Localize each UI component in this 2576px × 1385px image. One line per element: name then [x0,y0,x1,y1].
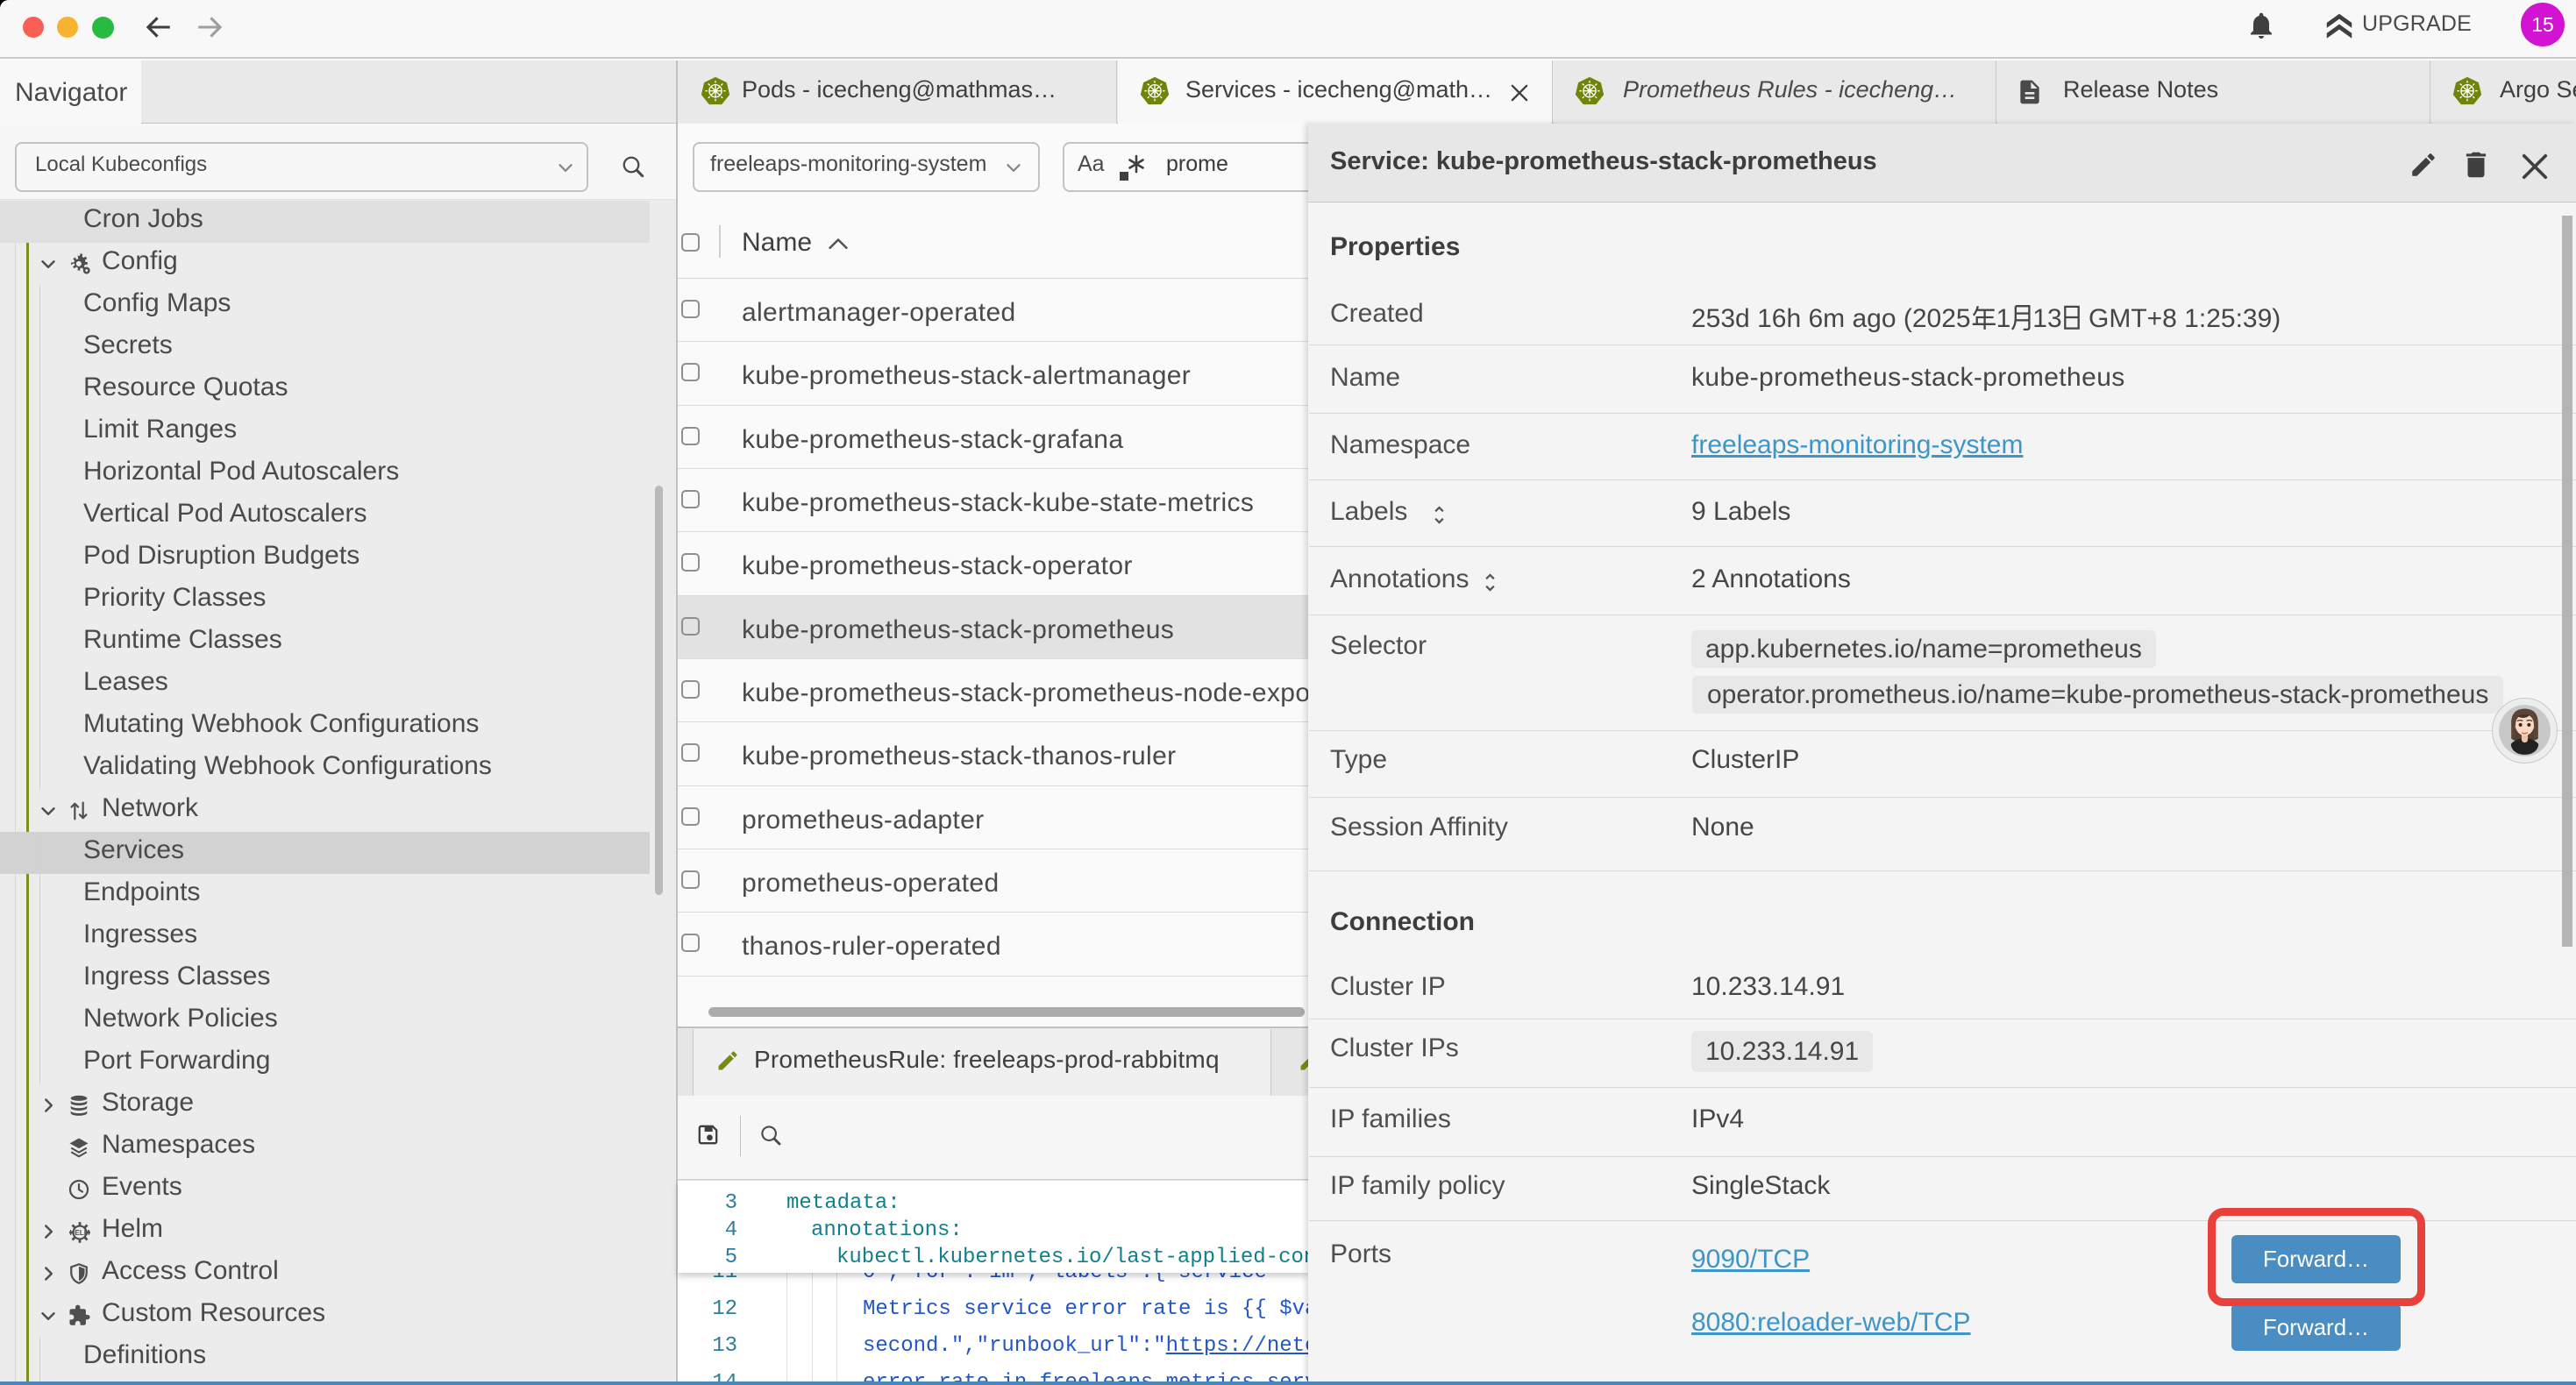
svg-text:HELM: HELM [70,1229,90,1237]
